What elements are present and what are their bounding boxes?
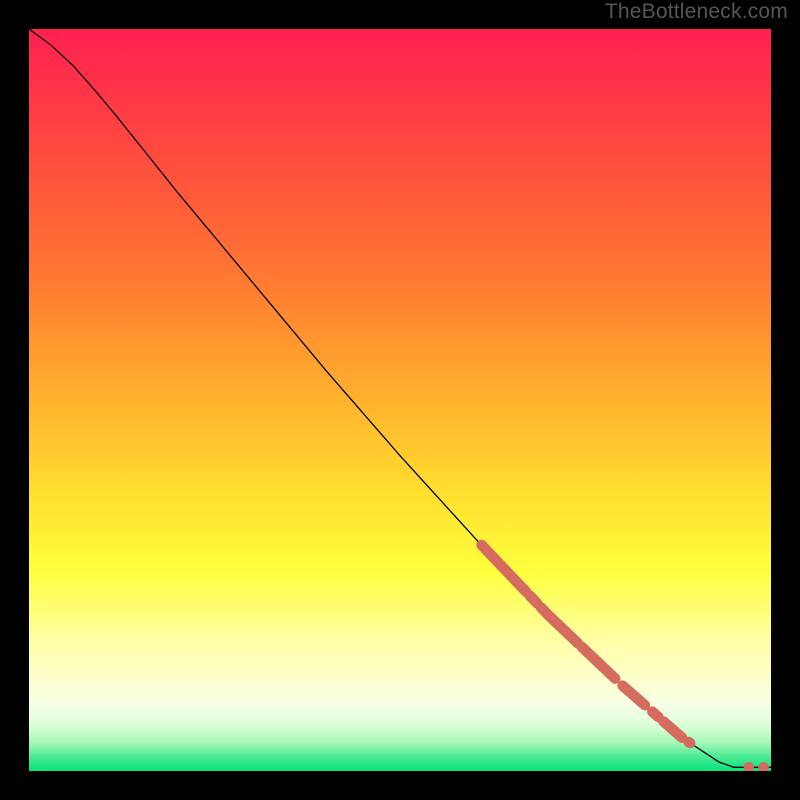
watermark-text: TheBottleneck.com xyxy=(605,0,788,24)
highlight-segment xyxy=(689,742,690,743)
chart-background xyxy=(29,29,771,771)
chart-plot-area xyxy=(29,29,771,771)
chart-frame: TheBottleneck.com xyxy=(0,0,800,800)
chart-svg xyxy=(29,29,771,771)
highlight-segment xyxy=(530,596,537,604)
highlight-segment xyxy=(652,712,658,717)
